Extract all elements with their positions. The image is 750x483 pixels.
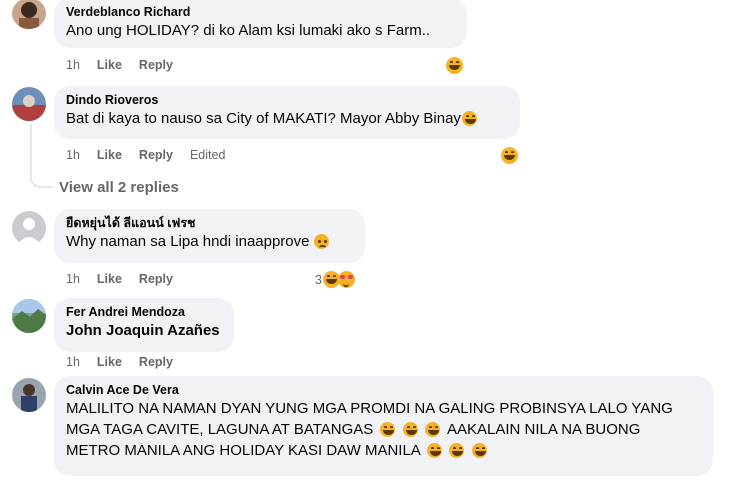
reaction-summary[interactable]: 3: [315, 271, 355, 288]
comment-bubble: ยืดหยุ่นได้ ลีแอนน์ เฟรช Why naman sa Li…: [54, 209, 365, 263]
thread-connector: [30, 124, 52, 188]
laugh-emoji-icon: [380, 422, 396, 437]
comment-time[interactable]: 1h: [66, 57, 80, 73]
reply-button[interactable]: Reply: [139, 354, 173, 370]
comment-actions: 1h Like Reply Edited: [66, 147, 225, 163]
comment-text-line: MGA TAGA CAVITE, LAGUNA AT BATANGAS AAKA…: [66, 419, 701, 440]
avatar[interactable]: [12, 378, 46, 412]
sad-emoji-icon: [313, 234, 329, 249]
avatar[interactable]: [12, 211, 46, 245]
comment-author[interactable]: Fer Andrei Mendoza: [66, 304, 222, 320]
comment-author[interactable]: Verdeblanco Richard: [66, 4, 455, 20]
comment-text-content: METRO MANILA ANG HOLIDAY KASI DAW MANILA: [66, 442, 420, 459]
comment-text[interactable]: John Joaquin Azañes: [66, 320, 222, 341]
laugh-emoji-icon: [402, 422, 418, 437]
comment-text: Ano ung HOLIDAY? di ko Alam ksi lumaki a…: [66, 22, 431, 39]
laugh-emoji-icon: [471, 443, 487, 458]
reaction-summary[interactable]: [501, 147, 518, 164]
comment-text-content: MGA TAGA CAVITE, LAGUNA AT BATANGAS: [66, 421, 374, 438]
like-button[interactable]: Like: [97, 271, 122, 287]
reply-button[interactable]: Reply: [139, 271, 173, 287]
comment-text-line: METRO MANILA ANG HOLIDAY KASI DAW MANILA: [66, 440, 701, 461]
comment-author[interactable]: Calvin Ace De Vera: [66, 382, 701, 398]
comment-text-content: Bat di kaya to nauso sa City of MAKATI? …: [66, 110, 461, 127]
reply-button[interactable]: Reply: [139, 57, 173, 73]
comment-text-content: AAKALAIN NILA NA BUONG: [447, 421, 641, 438]
comment-time[interactable]: 1h: [66, 147, 80, 163]
comment-actions: 1h Like Reply: [66, 271, 190, 287]
comment-text: Why naman sa Lipa hndi inaapprove: [66, 231, 353, 252]
like-button[interactable]: Like: [97, 57, 122, 73]
edited-label: Edited: [189, 148, 226, 162]
comment-bubble: Calvin Ace De Vera MALILITO NA NAMAN DYA…: [54, 376, 713, 476]
comment-bubble: Verdeblanco Richard Ano ung HOLIDAY? di …: [54, 0, 467, 48]
reaction-summary[interactable]: [446, 57, 463, 74]
comment-text-content: Why naman sa Lipa hndi inaapprove: [66, 233, 310, 250]
comment-text-line: MALILITO NA NAMAN DYAN YUNG MGA PROMDI N…: [66, 400, 673, 417]
laugh-emoji-icon: [461, 111, 477, 126]
laugh-emoji-icon: [446, 57, 463, 74]
comment-actions: 1h Like Reply: [66, 57, 190, 73]
comment-time[interactable]: 1h: [66, 271, 80, 287]
comment-actions: 1h Like Reply: [66, 354, 190, 370]
avatar[interactable]: [12, 0, 46, 29]
reply-button[interactable]: Reply: [139, 147, 173, 163]
comment-bubble: Dindo Rioveros Bat di kaya to nauso sa C…: [54, 86, 520, 139]
laugh-emoji-icon: [501, 147, 518, 164]
avatar[interactable]: [12, 87, 46, 121]
laugh-emoji-icon: [449, 443, 465, 458]
laugh-emoji-icon: [427, 443, 443, 458]
comment-time[interactable]: 1h: [66, 354, 80, 370]
like-button[interactable]: Like: [97, 147, 122, 163]
avatar[interactable]: [12, 299, 46, 333]
like-button[interactable]: Like: [97, 354, 122, 370]
comment-author[interactable]: ยืดหยุ่นได้ ลีแอนน์ เฟรช: [66, 215, 353, 231]
love-emoji-icon: [337, 271, 355, 288]
reaction-count: 3: [315, 272, 322, 287]
laugh-emoji-icon: [424, 422, 440, 437]
comment-text: MALILITO NA NAMAN DYAN YUNG MGA PROMDI N…: [66, 398, 701, 461]
comment-author[interactable]: Dindo Rioveros: [66, 92, 508, 108]
view-replies-link[interactable]: View all 2 replies: [59, 179, 179, 196]
comment-bubble: Fer Andrei Mendoza John Joaquin Azañes: [54, 298, 234, 352]
comment-text: Bat di kaya to nauso sa City of MAKATI? …: [66, 108, 508, 129]
